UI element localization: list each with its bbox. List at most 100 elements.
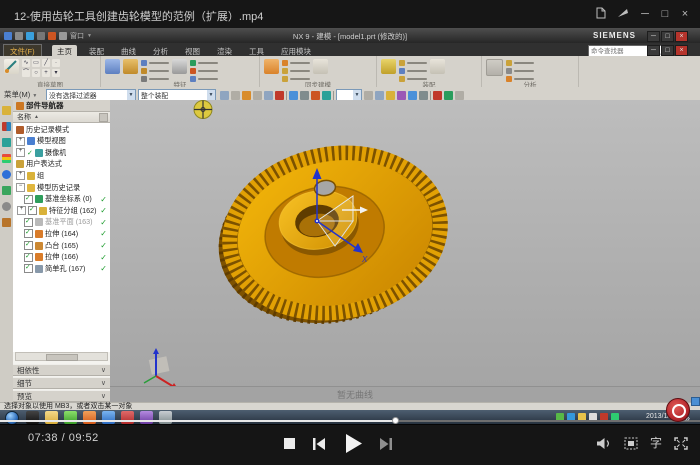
checkbox[interactable] <box>24 241 33 250</box>
start-button[interactable] <box>5 411 19 425</box>
collapse-icon[interactable]: − <box>16 183 25 192</box>
column-filter-icon[interactable] <box>99 113 108 122</box>
perspective-icon[interactable] <box>433 91 442 100</box>
selection-filter-dropdown[interactable]: 没有选择过滤器▼ <box>46 89 136 101</box>
wireframe-view-icon[interactable] <box>322 91 331 100</box>
tray-popup-icon[interactable] <box>691 397 700 406</box>
subtitle-button[interactable]: 字 <box>650 434 662 451</box>
extrude-icon[interactable] <box>105 59 120 74</box>
arc-icon[interactable]: ⌒ <box>22 69 30 77</box>
more-icon[interactable]: ▾ <box>52 69 60 77</box>
add-component-icon[interactable] <box>381 59 396 74</box>
history-palette-icon[interactable] <box>2 202 11 211</box>
snap-center-icon[interactable] <box>253 91 262 100</box>
section-icon[interactable] <box>444 91 453 100</box>
expand-icon[interactable]: + <box>16 137 25 146</box>
open-file-icon[interactable] <box>592 7 610 21</box>
rotate-icon[interactable] <box>419 91 428 100</box>
zoom-icon[interactable] <box>397 91 406 100</box>
pin-on-top-icon[interactable] <box>614 7 632 21</box>
tree-row[interactable]: 拉伸 (166)✓ <box>13 252 110 263</box>
video-progress-handle[interactable] <box>392 417 399 424</box>
name-column-header[interactable]: 名称 ▲ <box>13 112 110 123</box>
edit-section-icon[interactable] <box>455 91 464 100</box>
web-browser-icon[interactable] <box>2 186 11 195</box>
point-icon[interactable]: · <box>52 59 60 67</box>
scrollbar-thumb[interactable] <box>46 354 78 361</box>
checkbox[interactable] <box>24 264 33 273</box>
expand-icon[interactable]: + <box>17 206 26 215</box>
close-button[interactable]: × <box>676 7 694 21</box>
expand-icon[interactable]: + <box>16 148 25 157</box>
nx-close-button[interactable]: × <box>675 31 688 42</box>
tree-horizontal-scrollbar[interactable] <box>15 352 108 361</box>
snap-end-icon[interactable] <box>231 91 240 100</box>
hd3d-tools-icon[interactable] <box>2 170 11 179</box>
tree-row[interactable]: +✓摄像机 <box>13 147 110 158</box>
preview-panel[interactable]: 预览∨ <box>13 390 110 402</box>
shaded-view-icon[interactable] <box>311 91 320 100</box>
snap-mid-icon[interactable] <box>242 91 251 100</box>
window-icon[interactable] <box>364 91 373 100</box>
menu-button[interactable]: 菜单(M) ▼ <box>4 89 37 100</box>
tree-row[interactable]: 简单孔 (167)✓ <box>13 263 110 274</box>
checkbox[interactable] <box>24 253 33 262</box>
nx-doc-restore-button[interactable]: □ <box>661 45 674 56</box>
plus-icon[interactable]: + <box>42 69 50 77</box>
checkbox[interactable] <box>24 195 33 204</box>
next-button[interactable] <box>379 437 393 456</box>
command-finder-input[interactable] <box>589 47 653 55</box>
minimize-button[interactable]: ─ <box>636 7 654 21</box>
sketch-icon[interactable] <box>4 59 19 74</box>
snap-point-icon[interactable] <box>220 91 229 100</box>
tree-row[interactable]: −模型历史记录 <box>13 182 110 193</box>
details-panel[interactable]: 细节∨ <box>13 377 110 389</box>
checkbox[interactable] <box>24 229 33 238</box>
checkbox[interactable] <box>28 206 37 215</box>
roles-icon[interactable] <box>2 218 11 227</box>
aspect-frame-icon[interactable] <box>624 437 638 455</box>
nx-minimize-button[interactable]: ─ <box>647 31 660 42</box>
snap-intersect-icon[interactable] <box>264 91 273 100</box>
hole-icon[interactable] <box>172 59 187 74</box>
measure-icon[interactable] <box>486 59 503 76</box>
tree-row[interactable]: 基准坐标系 (0)✓ <box>13 194 110 205</box>
tree-row[interactable]: +组 <box>13 170 110 181</box>
view-fit-icon[interactable] <box>300 91 309 100</box>
constraint-navigator-icon[interactable] <box>2 122 11 131</box>
more-sync-icon[interactable] <box>313 59 328 74</box>
part-navigator-icon[interactable] <box>2 138 11 147</box>
volume-icon[interactable] <box>596 437 612 455</box>
rectangle-icon[interactable]: ▭ <box>32 59 40 67</box>
fit-view-icon[interactable] <box>386 91 395 100</box>
tree-row[interactable]: 凸台 (165)✓ <box>13 240 110 251</box>
stop-button[interactable] <box>284 438 295 449</box>
tree-row[interactable]: 拉伸 (164)✓ <box>13 228 110 239</box>
tree-row[interactable]: 历史记录模式 <box>13 124 110 135</box>
selection-scope-dropdown[interactable]: 整个装配▼ <box>138 89 216 101</box>
profile-icon[interactable]: ∿ <box>22 59 30 67</box>
previous-button[interactable] <box>312 437 326 456</box>
part-navigator-header[interactable]: 部件导航器 <box>13 100 110 112</box>
assembly-navigator-icon[interactable] <box>2 106 11 115</box>
tree-row[interactable]: 用户表达式 <box>13 159 110 170</box>
reuse-library-icon[interactable] <box>2 154 11 163</box>
tree-row[interactable]: 基准平面 (163)✓ <box>13 217 110 228</box>
fullscreen-button[interactable] <box>674 437 688 455</box>
circle-icon[interactable]: ○ <box>32 69 40 77</box>
constraints-icon[interactable] <box>430 59 445 74</box>
revolve-icon[interactable] <box>123 59 138 74</box>
move-face-icon[interactable] <box>264 59 279 74</box>
play-button[interactable] <box>345 434 362 458</box>
nx-doc-close-button[interactable]: × <box>675 45 688 56</box>
refresh-icon[interactable] <box>375 91 384 100</box>
maximize-button[interactable]: □ <box>656 7 674 21</box>
snap-quadrant-icon[interactable] <box>275 91 284 100</box>
checkbox[interactable] <box>24 218 33 227</box>
tree-row[interactable]: +特征分组 (162) "齿...✓ <box>13 205 110 216</box>
view-orient-icon[interactable] <box>289 91 298 100</box>
tree-row[interactable]: +模型视图 <box>13 136 110 147</box>
nx-restore-button[interactable]: □ <box>661 31 674 42</box>
dependencies-panel[interactable]: 相依性∨ <box>13 364 110 376</box>
nx-doc-minimize-button[interactable]: ─ <box>647 45 660 56</box>
